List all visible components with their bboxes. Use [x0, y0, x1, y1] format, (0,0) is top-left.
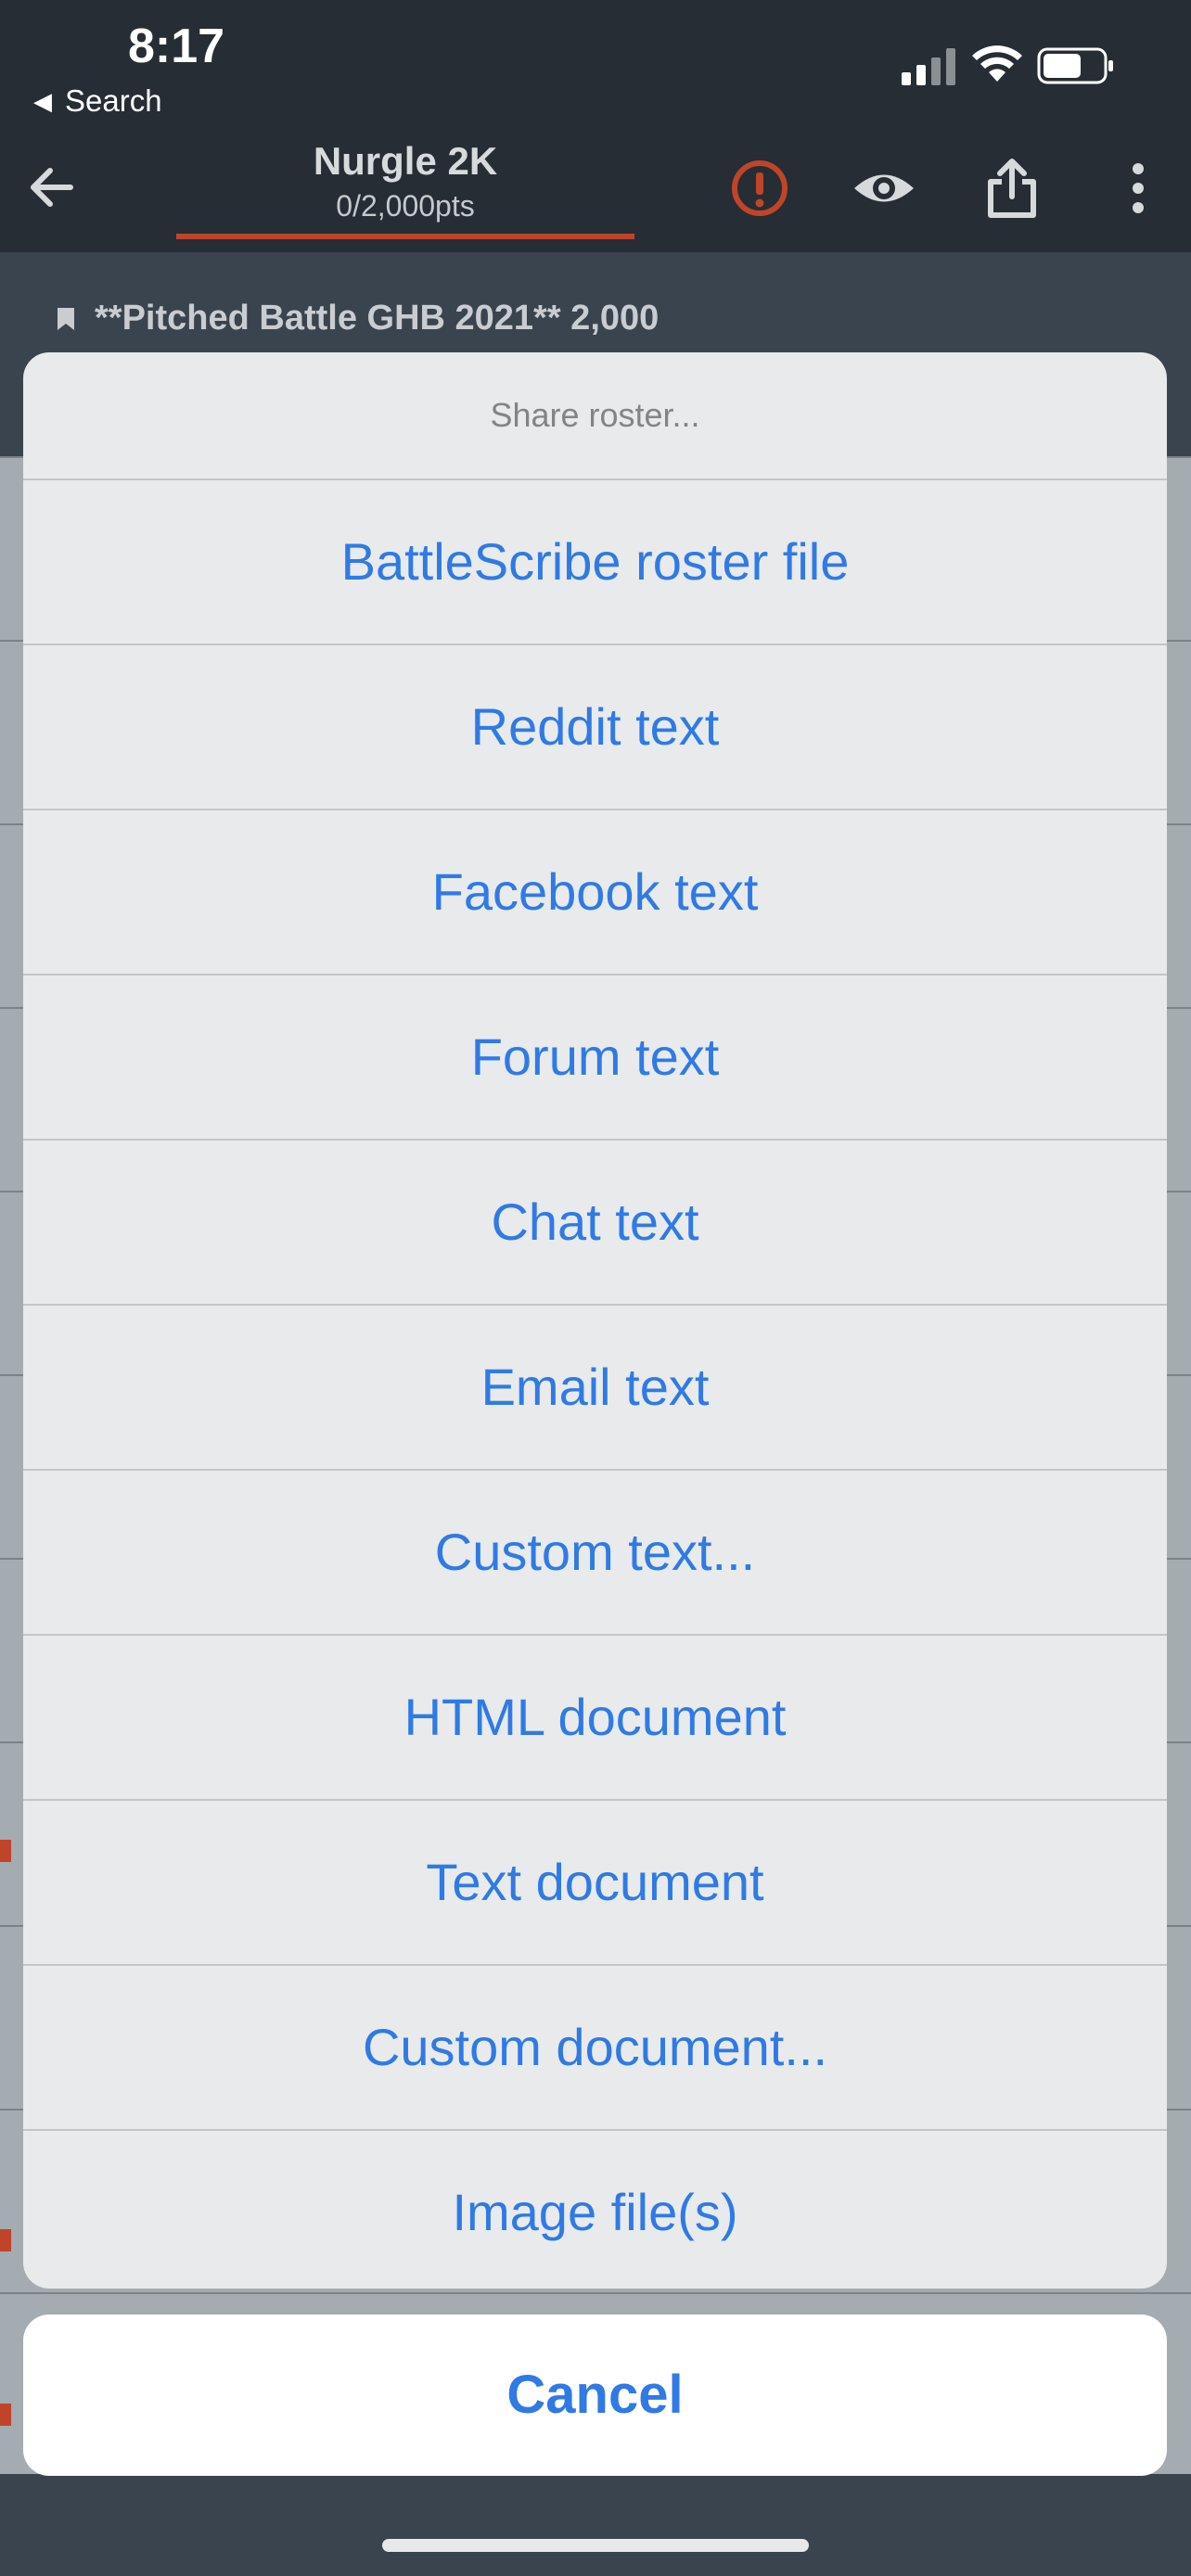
share-option-battlescribe-file[interactable]: BattleScribe roster file [23, 480, 1167, 645]
cancel-button[interactable]: Cancel [23, 2315, 1167, 2476]
eye-icon[interactable] [852, 156, 916, 221]
home-indicator[interactable] [382, 2539, 809, 2552]
share-option-email-text[interactable]: Email text [23, 1306, 1167, 1471]
row-marker [0, 1840, 11, 1862]
bookmark-icon [58, 307, 74, 330]
nav-title: Nurgle 2K [313, 139, 498, 183]
share-option-forum-text[interactable]: Forum text [23, 976, 1167, 1141]
row-marker [0, 2404, 11, 2426]
cellular-signal-icon [902, 48, 955, 85]
nav-subtitle-points: 0/2,000pts [336, 189, 475, 223]
bottom-bar [0, 2474, 1191, 2576]
battery-icon [1037, 47, 1113, 84]
share-option-custom-document[interactable]: Custom document... [23, 1966, 1167, 2131]
share-option-image-files[interactable]: Image file(s) [23, 2131, 1167, 2289]
share-option-text-document[interactable]: Text document [23, 1801, 1167, 1966]
title-underline [176, 234, 634, 239]
roster-title-text: **Pitched Battle GHB 2021** 2,000 [95, 299, 660, 338]
roster-title-block[interactable]: Nurgle 2K 0/2,000pts [176, 139, 634, 223]
roster-title-row: **Pitched Battle GHB 2021** 2,000 [56, 299, 659, 338]
alert-icon[interactable] [727, 156, 792, 221]
more-vertical-icon[interactable] [1106, 156, 1171, 221]
sheet-title: Share roster... [23, 352, 1167, 480]
back-to-app-link[interactable]: ◀ Search [33, 83, 162, 119]
row-marker [0, 2229, 11, 2251]
back-triangle-icon: ◀ [33, 86, 52, 115]
status-time: 8:17 [128, 19, 225, 73]
share-option-chat-text[interactable]: Chat text [23, 1141, 1167, 1306]
wifi-icon [972, 45, 1022, 82]
share-option-html-document[interactable]: HTML document [23, 1636, 1167, 1801]
back-app-label: Search [65, 83, 162, 118]
top-bar: 8:17 ◀ Search Nurgle 2K 0/2,000pts [0, 0, 1191, 252]
share-option-reddit-text[interactable]: Reddit text [23, 645, 1167, 810]
share-action-sheet: Share roster... BattleScribe roster file… [23, 352, 1167, 2289]
share-option-custom-text[interactable]: Custom text... [23, 1471, 1167, 1636]
share-icon[interactable] [980, 156, 1044, 221]
share-option-facebook-text[interactable]: Facebook text [23, 810, 1167, 976]
back-arrow-icon[interactable] [22, 158, 82, 217]
